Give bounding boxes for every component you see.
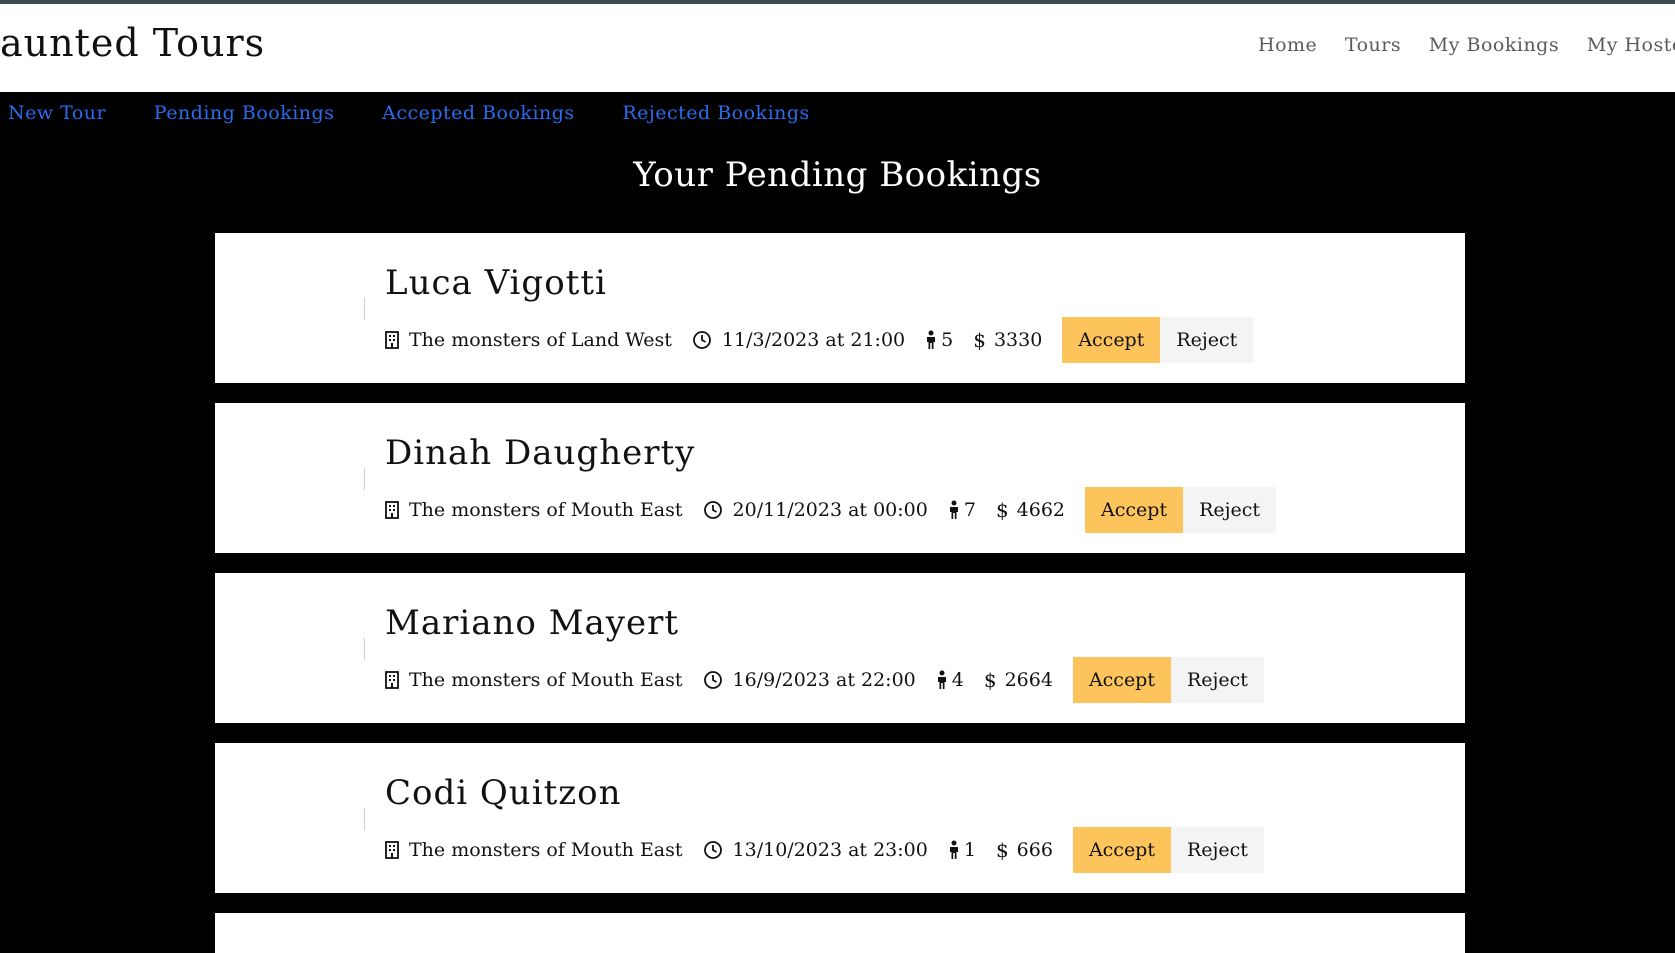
building-icon	[385, 671, 399, 689]
booking-datetime: 20/11/2023 at 00:00	[732, 499, 928, 521]
clock-icon	[703, 670, 723, 690]
subnav-rejected-bookings-link[interactable]: Rejected Bookings	[622, 102, 810, 124]
booking-card: Mariano Mayert The monsters of Mouth Eas…	[215, 573, 1465, 723]
booking-price: 4662	[1016, 499, 1066, 521]
tour-info: The monsters of Land West	[385, 329, 672, 351]
person-icon	[948, 500, 960, 520]
building-icon	[385, 841, 399, 859]
host-subnav: New Tour Pending Bookings Accepted Booki…	[8, 102, 848, 124]
card-divider	[364, 638, 365, 660]
nav-my-hosted-tours-link[interactable]: My Hosted To	[1587, 34, 1675, 56]
booking-details: The monsters of Mouth East 13/10/2023 at…	[385, 827, 1264, 873]
top-navbar: aunted Tours Home Tours My Bookings My H…	[0, 4, 1675, 92]
page-title: Your Pending Bookings	[633, 155, 1042, 195]
nav-home-link[interactable]: Home	[1258, 34, 1317, 56]
person-icon	[948, 840, 960, 860]
booking-datetime: 11/3/2023 at 21:00	[721, 329, 906, 351]
guest-name: Luca Vigotti	[385, 263, 607, 303]
people-info: 4	[936, 669, 964, 691]
price-info: $ 666	[996, 838, 1053, 862]
people-info: 7	[948, 499, 976, 521]
nav-my-bookings-link[interactable]: My Bookings	[1429, 34, 1559, 56]
person-icon	[925, 330, 937, 350]
people-info: 1	[948, 839, 976, 861]
accept-button[interactable]: Accept	[1085, 487, 1184, 533]
tour-name: The monsters of Mouth East	[409, 669, 683, 691]
subnav-new-tour-link[interactable]: New Tour	[8, 102, 106, 124]
nav-tours-link[interactable]: Tours	[1345, 34, 1401, 56]
people-count: 7	[963, 499, 976, 521]
accept-button[interactable]: Accept	[1072, 827, 1171, 873]
booking-price: 2664	[1004, 669, 1053, 691]
booking-details: The monsters of Land West 11/3/2023 at 2…	[385, 317, 1254, 363]
booking-card: Codi Quitzon The monsters of Mouth East …	[215, 743, 1465, 893]
tour-name: The monsters of Mouth East	[409, 499, 683, 521]
accept-button[interactable]: Accept	[1062, 317, 1161, 363]
booking-details: The monsters of Mouth East 20/11/2023 at…	[385, 487, 1277, 533]
guest-name: Mariano Mayert	[385, 603, 679, 643]
tour-info: The monsters of Mouth East	[385, 499, 683, 521]
accept-button[interactable]: Accept	[1072, 657, 1171, 703]
clock-icon	[703, 500, 723, 520]
reject-button[interactable]: Reject	[1170, 827, 1264, 873]
people-info: 5	[925, 329, 953, 351]
booking-card	[215, 913, 1465, 953]
booking-details: The monsters of Mouth East 16/9/2023 at …	[385, 657, 1264, 703]
price-info: $ 2664	[984, 668, 1053, 692]
booking-price: 666	[1016, 839, 1053, 861]
dollar-icon: $	[995, 498, 1009, 522]
booking-card: Luca Vigotti The monsters of Land West 1…	[215, 233, 1465, 383]
price-info: $ 4662	[996, 498, 1065, 522]
card-divider	[364, 468, 365, 490]
card-divider	[364, 298, 365, 320]
datetime-info: 13/10/2023 at 23:00	[703, 839, 928, 861]
person-icon	[936, 670, 948, 690]
booking-datetime: 16/9/2023 at 22:00	[732, 669, 916, 691]
booking-card: Dinah Daugherty The monsters of Mouth Ea…	[215, 403, 1465, 553]
card-divider	[364, 808, 365, 830]
clock-icon	[692, 330, 712, 350]
reject-button[interactable]: Reject	[1160, 317, 1254, 363]
people-count: 1	[963, 839, 976, 861]
datetime-info: 20/11/2023 at 00:00	[703, 499, 928, 521]
booking-price: 3330	[993, 329, 1043, 351]
bookings-list: Luca Vigotti The monsters of Land West 1…	[215, 233, 1465, 953]
people-count: 5	[941, 329, 954, 351]
datetime-info: 16/9/2023 at 22:00	[703, 669, 916, 691]
building-icon	[385, 501, 399, 519]
guest-name: Codi Quitzon	[385, 773, 622, 813]
reject-button[interactable]: Reject	[1183, 487, 1277, 533]
dollar-icon: $	[983, 668, 997, 692]
clock-icon	[703, 840, 723, 860]
booking-datetime: 13/10/2023 at 23:00	[732, 839, 928, 861]
people-count: 4	[951, 669, 964, 691]
guest-name: Dinah Daugherty	[385, 433, 696, 473]
datetime-info: 11/3/2023 at 21:00	[692, 329, 905, 351]
subnav-accepted-bookings-link[interactable]: Accepted Bookings	[382, 102, 575, 124]
price-info: $ 3330	[973, 328, 1042, 352]
tour-name: The monsters of Mouth East	[409, 839, 683, 861]
main-nav: Home Tours My Bookings My Hosted To	[1258, 34, 1675, 56]
tour-info: The monsters of Mouth East	[385, 669, 683, 691]
tour-name: The monsters of Land West	[409, 329, 672, 351]
dollar-icon: $	[973, 328, 986, 352]
building-icon	[385, 331, 399, 349]
reject-button[interactable]: Reject	[1170, 657, 1264, 703]
dollar-icon: $	[995, 838, 1009, 862]
tour-info: The monsters of Mouth East	[385, 839, 683, 861]
subnav-pending-bookings-link[interactable]: Pending Bookings	[154, 102, 335, 124]
brand-title[interactable]: aunted Tours	[0, 21, 265, 65]
